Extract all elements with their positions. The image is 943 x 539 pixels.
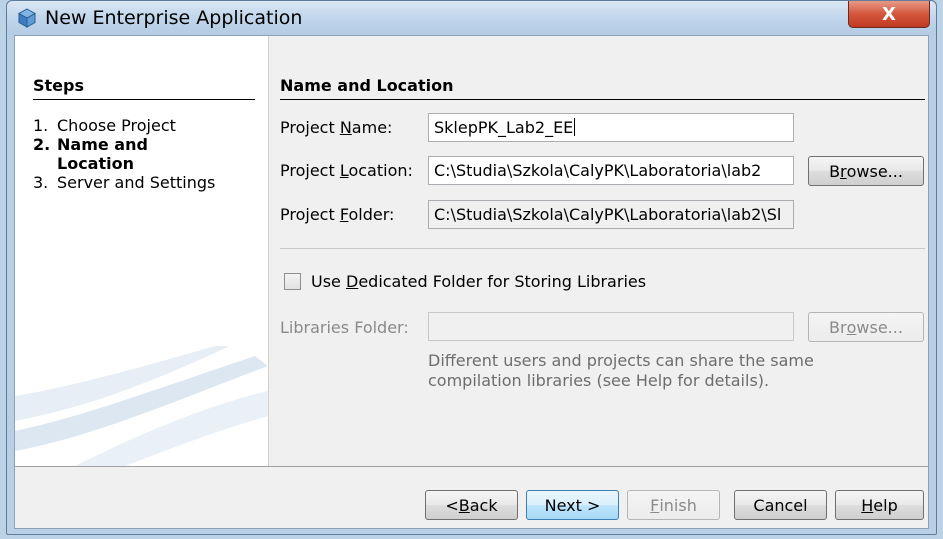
libraries-folder-label: Libraries Folder: bbox=[280, 318, 409, 337]
step-label: Name and Location bbox=[57, 135, 148, 173]
window-title: New Enterprise Application bbox=[45, 7, 303, 29]
project-folder-label: Project Folder: bbox=[280, 205, 395, 224]
separator bbox=[280, 248, 925, 249]
close-button[interactable]: X bbox=[848, 1, 930, 28]
panel-divider bbox=[268, 36, 269, 466]
step-label: Choose Project bbox=[57, 116, 176, 135]
title-bar[interactable]: New Enterprise Application X bbox=[7, 1, 936, 35]
steps-divider bbox=[33, 99, 255, 100]
project-location-input[interactable]: C:\Studia\Szkola\CalyPK\Laboratoria\lab2 bbox=[428, 156, 794, 185]
dedicated-folder-checkbox[interactable] bbox=[284, 273, 301, 290]
steps-panel: Steps 1. Choose Project 2. Name and Loca… bbox=[15, 36, 268, 466]
text-caret bbox=[574, 118, 576, 136]
finish-button[interactable]: Finish bbox=[627, 490, 720, 520]
dialog-window: New Enterprise Application X Steps 1. Ch… bbox=[6, 0, 937, 535]
dedicated-folder-label[interactable]: Use Dedicated Folder for Storing Librari… bbox=[311, 272, 646, 291]
libraries-help-text: Different users and projects can share t… bbox=[428, 351, 814, 390]
next-button[interactable]: Next > bbox=[526, 490, 619, 520]
section-title: Name and Location bbox=[280, 76, 454, 95]
dialog-content: Steps 1. Choose Project 2. Name and Loca… bbox=[14, 35, 929, 529]
section-divider bbox=[280, 99, 925, 100]
browse-location-button[interactable]: Br owse... bbox=[808, 156, 924, 186]
project-folder-field[interactable]: C:\Studia\Szkola\CalyPK\Laboratoria\lab2… bbox=[428, 200, 794, 229]
step-name-and-location: 2. Name and Location bbox=[33, 135, 263, 173]
close-icon: X bbox=[882, 3, 896, 25]
button-bar-divider bbox=[15, 466, 928, 467]
help-button[interactable]: Help bbox=[835, 490, 924, 520]
browse-libraries-button[interactable]: Br o wse... bbox=[808, 312, 924, 342]
project-name-label: Project Name: bbox=[280, 118, 393, 137]
project-location-label: Project Location: bbox=[280, 161, 413, 180]
steps-title: Steps bbox=[33, 76, 84, 95]
step-server-and-settings: 3. Server and Settings bbox=[33, 173, 216, 192]
project-name-input[interactable]: SklepPK_Lab2_EE bbox=[428, 113, 794, 142]
steps-list: 1. Choose Project 2. Name and Location 3… bbox=[33, 116, 263, 192]
netbeans-cube-icon bbox=[17, 8, 37, 28]
cancel-button[interactable]: Cancel bbox=[734, 490, 827, 520]
back-button[interactable]: < Back bbox=[425, 490, 518, 520]
libraries-folder-input[interactable] bbox=[428, 312, 794, 341]
step-label: Server and Settings bbox=[57, 173, 216, 192]
step-choose-project: 1. Choose Project bbox=[33, 116, 176, 135]
swoosh-graphic bbox=[15, 346, 268, 466]
